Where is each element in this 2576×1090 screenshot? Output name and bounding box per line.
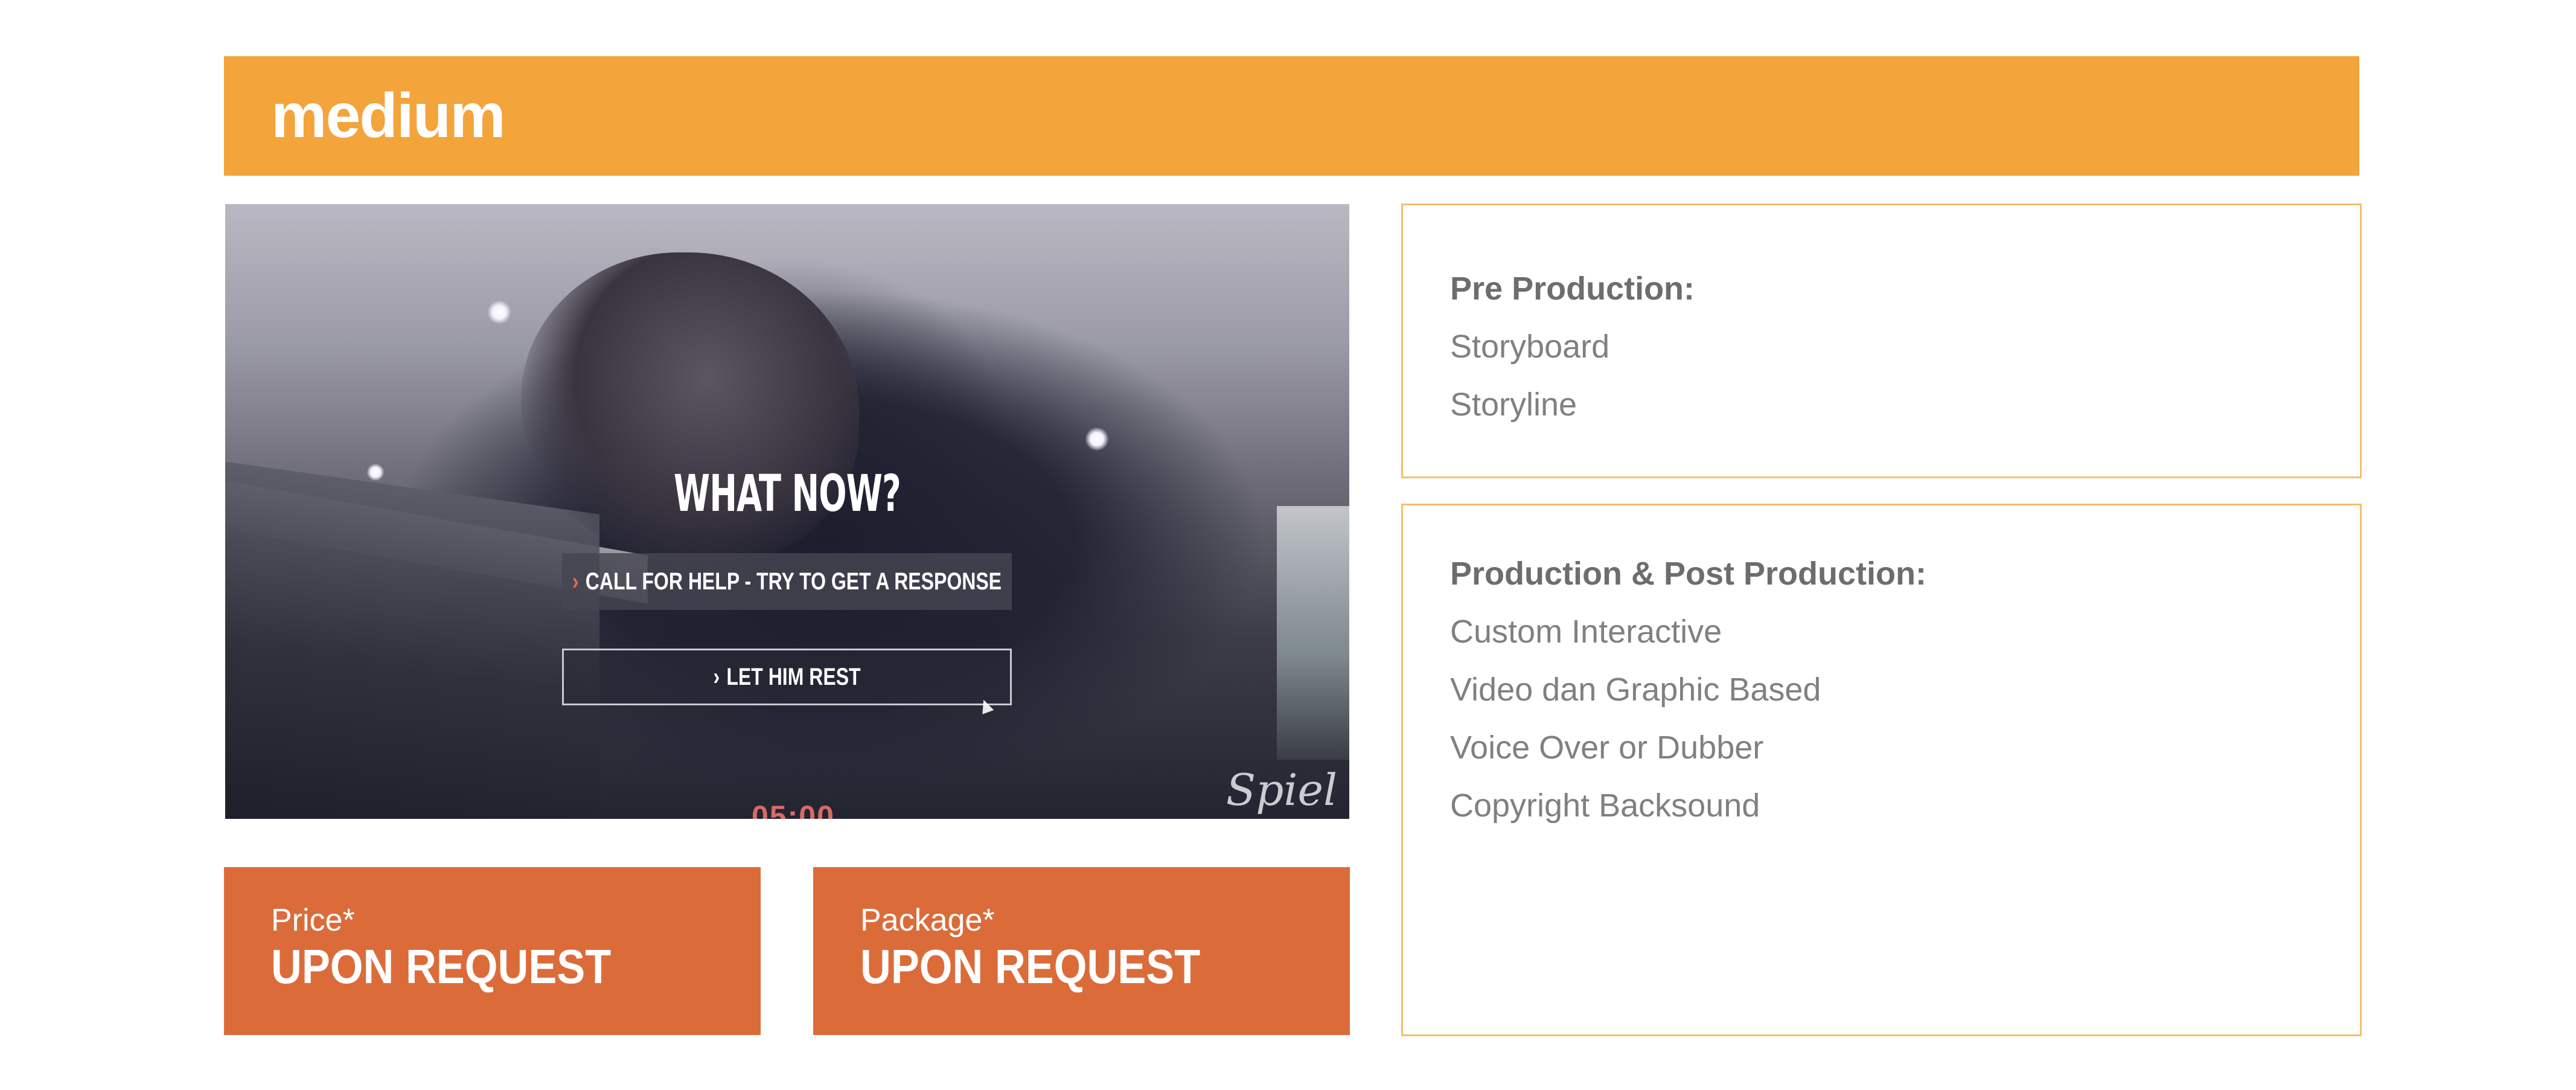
choice-label: CALL FOR HELP - TRY TO GET A RESPONSE (585, 568, 1002, 595)
pre-production-panel: Pre Production: Storyboard Storyline (1401, 204, 2362, 478)
package-value: UPON REQUEST (860, 940, 1201, 994)
pre-production-heading: Pre Production: (1450, 271, 1695, 307)
video-question-title: WHAT NOW? (674, 464, 901, 523)
list-item: Voice Over or Dubber (1450, 729, 1764, 766)
package-label: Package* (860, 903, 995, 938)
video-scene-light (1085, 428, 1108, 450)
choice-label-wrapper: › CALL FOR HELP - TRY TO GET A RESPONSE (572, 568, 1002, 595)
production-heading: Production & Post Production: (1450, 556, 1926, 592)
chevron-right-icon: › (572, 568, 579, 595)
package-box: Package* UPON REQUEST (813, 867, 1350, 1035)
production-panel: Production & Post Production: Custom Int… (1401, 504, 2362, 1036)
video-player[interactable]: WHAT NOW? › CALL FOR HELP - TRY TO GET A … (225, 204, 1349, 819)
spiel-watermark-logo: Spiel (1226, 765, 1337, 815)
header-bar: medium (224, 56, 2359, 176)
choice-call-for-help-button[interactable]: › CALL FOR HELP - TRY TO GET A RESPONSE (562, 553, 1012, 610)
video-scene-light (367, 464, 384, 481)
package-title: medium (271, 81, 506, 151)
choice-label-wrapper: › LET HIM REST (713, 664, 860, 691)
choice-let-him-rest-button[interactable]: › LET HIM REST (562, 649, 1012, 705)
price-label: Price* (271, 903, 355, 938)
list-item: Copyright Backsound (1450, 787, 1760, 824)
list-item: Storyline (1450, 386, 1577, 423)
video-scene-window (1277, 506, 1349, 760)
list-item: Video dan Graphic Based (1450, 672, 1821, 708)
page: medium WHAT NOW? › CALL FOR HELP - TRY TO… (0, 0, 2576, 1090)
choice-label: LET HIM REST (726, 663, 861, 690)
list-item: Custom Interactive (1450, 614, 1722, 650)
chevron-right-icon: › (713, 663, 720, 690)
price-box: Price* UPON REQUEST (224, 867, 761, 1035)
list-item: Storyboard (1450, 329, 1610, 365)
price-value: UPON REQUEST (271, 940, 612, 994)
video-scene-light (488, 301, 511, 324)
countdown-timer: 05:00 (752, 800, 835, 819)
